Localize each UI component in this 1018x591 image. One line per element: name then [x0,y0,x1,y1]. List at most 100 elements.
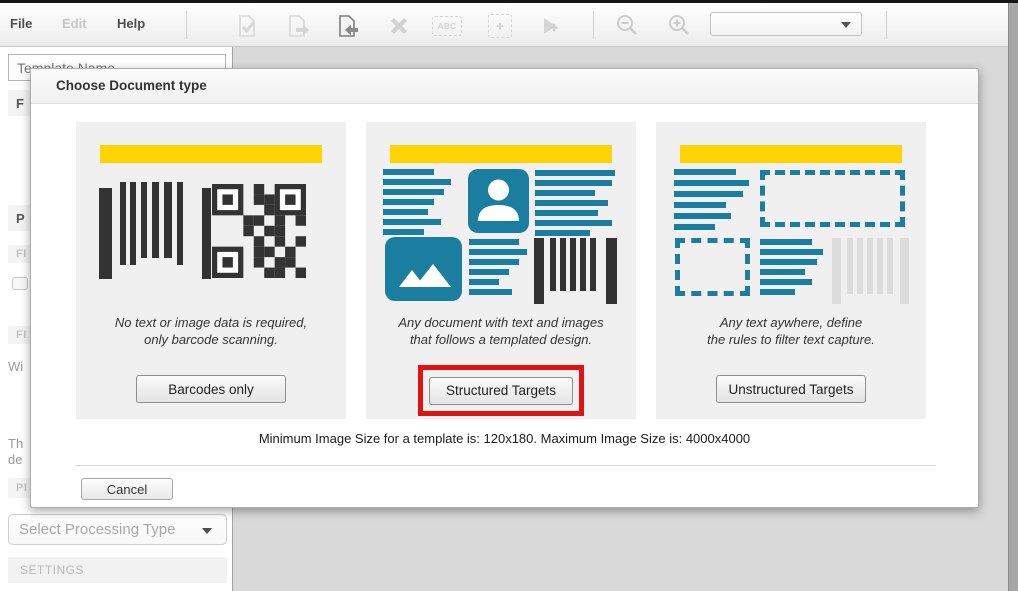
text-line [760,249,823,255]
barcode-graphic [99,182,212,279]
text-line [383,179,451,185]
menu-file[interactable]: File [10,16,32,31]
text-line [674,180,749,186]
text-line [469,279,499,285]
toolbar-separator [886,11,887,39]
text-line [760,279,812,285]
card-barcodes-only: No text or image data is required, only … [76,122,346,419]
scrollbar-track[interactable] [1008,0,1018,591]
card-description-line: only barcode scanning. [76,331,346,348]
yellow-header-graphic [100,145,322,163]
text-line [383,189,444,195]
text-line [535,200,608,206]
card-description: No text or image data is required, only … [76,314,346,348]
text-line [674,202,726,208]
text-line [535,230,590,236]
card-description: Any text aywhere, define the rules to fi… [656,314,926,348]
sidebar-text: Wi [8,359,23,374]
structured-targets-button[interactable]: Structured Targets [429,377,573,405]
settings-label: SETTINGS [20,563,84,577]
toolbar-separator [593,11,594,39]
text-line [469,249,527,255]
image-placeholder-icon [385,237,462,301]
choose-document-type-dialog: Choose Document type [30,68,979,508]
text-line [760,259,817,265]
dashed-region-graphic [675,238,750,296]
text-line [469,259,519,265]
text-line [469,269,509,275]
settings-section-header: SETTINGS [8,557,227,583]
card-unstructured-targets: Any text aywhere, define the rules to fi… [656,122,926,419]
text-line [760,269,805,275]
text-line [674,224,715,230]
dialog-title: Choose Document type [56,78,207,93]
card-description-line: Any text aywhere, define [656,314,926,331]
card-description-line: No text or image data is required, [76,314,346,331]
yellow-header-graphic [390,145,612,163]
dashed-region-graphic [760,170,905,227]
document-export-icon[interactable] [285,13,311,39]
barcodes-only-button[interactable]: Barcodes only [136,375,286,403]
dialog-divider [76,465,936,466]
card-description-line: that follows a templated design. [366,331,636,348]
text-line [383,169,434,175]
zoom-in-icon[interactable] [666,13,692,39]
delete-icon[interactable] [386,13,412,39]
text-line [674,169,736,175]
add-pointer-icon[interactable] [538,13,564,39]
qr-code-graphic [212,184,306,278]
sidebar-text: de [8,452,22,467]
barcode-graphic [534,238,617,304]
chevron-down-icon [841,22,851,28]
text-line [535,170,615,176]
abc-label: ABC [438,22,457,31]
text-line [535,190,595,196]
window-top-edge [0,0,1018,3]
image-size-note: Minimum Image Size for a template is: 12… [31,431,978,446]
subheader-label: FI [16,329,27,341]
yellow-header-graphic [680,145,902,163]
text-line [383,219,441,225]
card-description-line: the rules to filter text capture. [656,331,926,348]
dialog-header: Choose Document type [31,69,978,104]
abc-region-icon[interactable]: ABC [432,16,462,36]
text-line [469,289,512,295]
unstructured-targets-button[interactable]: Unstructured Targets [716,375,866,403]
document-check-icon[interactable] [234,13,260,39]
text-line [535,210,598,216]
add-region-icon[interactable]: + [488,14,512,38]
text-line [674,213,731,219]
text-line [383,199,434,205]
menu-help[interactable]: Help [117,16,145,31]
text-line [760,289,795,295]
subheader-label: PI [16,482,27,494]
text-line [535,220,612,226]
text-line [535,180,612,186]
cancel-button[interactable]: Cancel [81,478,173,500]
text-line [383,229,424,235]
text-line [469,239,519,245]
text-line [760,239,812,245]
toolbar: File Edit Help ABC + [0,3,1018,47]
processing-type-dropdown[interactable]: Select Processing Type [8,514,227,545]
sidebar-text: Th [8,436,23,451]
app-window: File Edit Help ABC + [0,0,1018,591]
section-label: F [16,96,24,111]
chevron-down-icon [202,528,212,534]
toolbar-separator [186,11,187,39]
faded-barcode-graphic [832,238,909,304]
zoom-level-dropdown[interactable] [710,12,862,36]
sidebar-checkbox[interactable] [12,277,28,290]
processing-type-placeholder: Select Processing Type [19,521,175,538]
section-label: P [16,211,25,226]
menu-edit: Edit [62,16,87,31]
card-structured-targets: Any document with text and images that f… [366,122,636,419]
text-line [383,209,428,215]
zoom-out-icon[interactable] [614,13,640,39]
card-description: Any document with text and images that f… [366,314,636,348]
document-import-icon[interactable] [335,13,361,39]
highlight-red-box: Structured Targets [418,365,584,416]
text-line [674,191,743,197]
subheader-label: FI [16,248,27,260]
person-photo-icon [468,169,529,233]
